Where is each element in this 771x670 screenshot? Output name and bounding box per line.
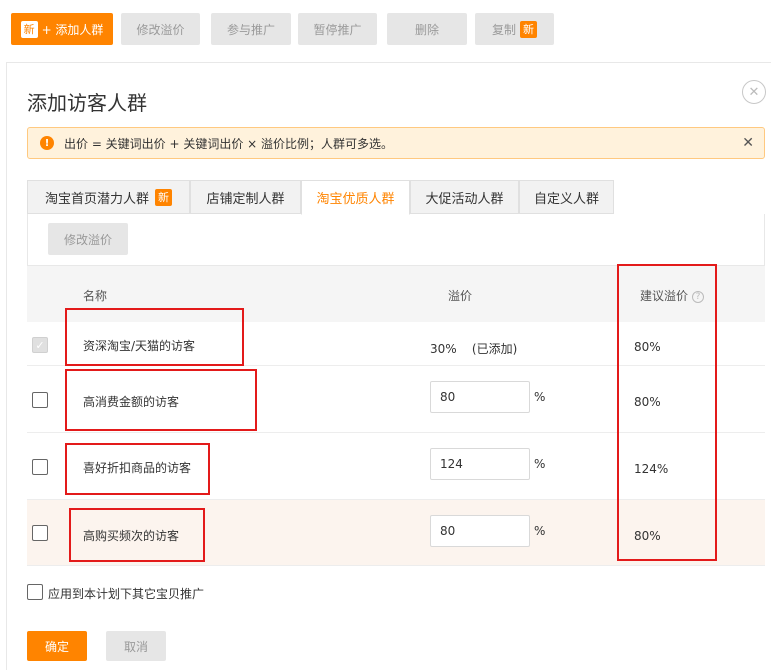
header-price: 溢价 [448,289,473,303]
annotation-box [65,369,257,431]
tab-store-custom[interactable]: 店铺定制人群 [190,180,301,214]
row-checkbox[interactable] [32,392,48,408]
price-input[interactable] [430,515,530,547]
batch-modify-price-button[interactable]: 修改溢价 [48,223,128,255]
percent-unit: % [534,524,546,538]
add-crowd-label: + 添加人群 [41,22,104,37]
price-input[interactable] [430,381,530,413]
notice-banner: ! 出价 = 关键词出价 + 关键词出价 × 溢价比例；人群可多选。 ✕ [27,127,765,159]
price-added-text: 30% (已添加) [430,342,518,356]
annotation-box [65,443,210,495]
new-badge: 新 [520,20,537,38]
annotation-box [65,308,244,366]
tab-promo-event[interactable]: 大促活动人群 [410,180,519,214]
header-name: 名称 [83,289,108,303]
tab-custom-crowd[interactable]: 自定义人群 [519,180,614,214]
new-badge: 新 [20,20,38,38]
tab-quality-crowd[interactable]: 淘宝优质人群 [301,180,410,215]
row-checkbox[interactable] [32,525,48,541]
tab-homepage-potential[interactable]: 淘宝首页潜力人群 新 [27,180,190,214]
annotation-box [69,508,205,562]
dialog-title: 添加访客人群 [27,91,147,115]
row-checkbox: ✓ [32,337,48,353]
warning-icon: ! [40,136,54,150]
copy-button[interactable]: 复制 新 [475,13,554,45]
confirm-button[interactable]: 确定 [27,631,87,661]
notice-close-icon[interactable]: ✕ [742,135,754,151]
percent-unit: % [534,457,546,471]
pause-promo-button[interactable]: 暂停推广 [298,13,377,45]
modify-price-button[interactable]: 修改溢价 [121,13,200,45]
notice-text: 出价 = 关键词出价 + 关键词出价 × 溢价比例；人群可多选。 [64,136,394,151]
percent-unit: % [534,390,546,404]
tab-panel [27,214,765,266]
row-checkbox[interactable] [32,459,48,475]
add-crowd-button[interactable]: 新 + 添加人群 [11,13,113,45]
price-input[interactable] [430,448,530,480]
copy-label: 复制 [491,22,516,37]
close-icon[interactable]: ✕ [742,80,766,104]
new-badge: 新 [155,188,172,206]
tab-label: 淘宝首页潜力人群 [44,191,149,207]
cancel-button[interactable]: 取消 [106,631,166,661]
apply-to-others-checkbox[interactable] [27,584,43,600]
join-promo-button[interactable]: 参与推广 [211,13,291,45]
apply-to-others-label: 应用到本计划下其它宝贝推广 [48,587,205,601]
delete-button[interactable]: 删除 [387,13,467,45]
annotation-box [617,264,717,561]
